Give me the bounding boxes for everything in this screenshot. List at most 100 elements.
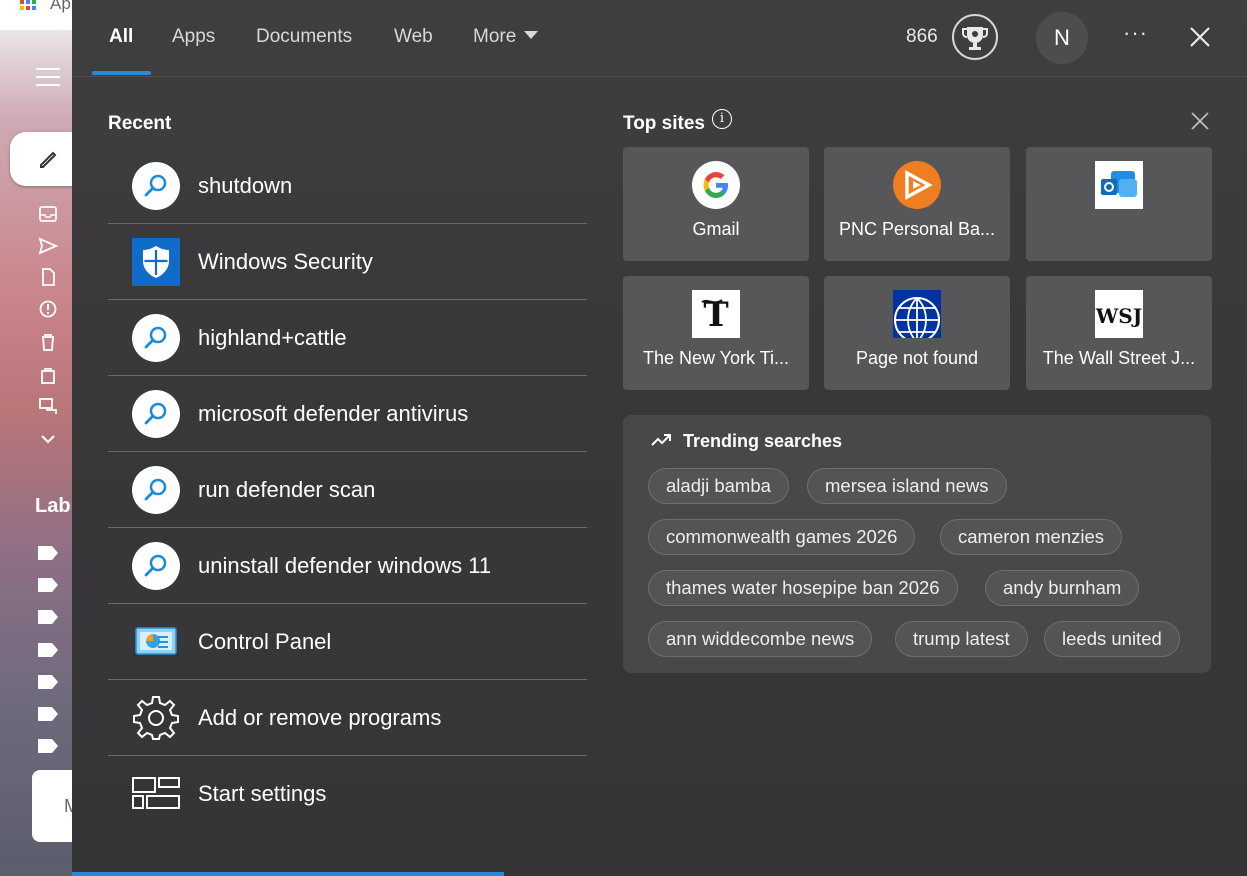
search-icon [132,542,180,590]
background-app-strip: Ap Lab M [0,0,72,876]
send-icon[interactable] [38,237,58,255]
list-item-label: Add or remove programs [198,705,442,730]
list-item[interactable]: Control Panel [108,604,587,680]
compose-button[interactable] [10,132,72,186]
close-icon[interactable] [1189,26,1211,48]
list-item-label: highland+cattle [198,325,347,350]
search-icon [132,390,180,438]
apps-grid-icon[interactable] [20,0,36,12]
chevron-down-icon[interactable] [38,430,58,448]
trash-icon[interactable] [38,333,58,351]
label-tag-icon[interactable] [38,643,58,657]
trending-chip[interactable]: trump latest [895,621,1028,657]
pnc-icon [893,161,941,209]
list-item[interactable]: microsoft defender antivirus [108,376,587,452]
trending-chip[interactable]: ann widdecombe news [648,621,873,657]
list-item[interactable]: highland+cattle [108,300,587,376]
top-site-tile[interactable]: WSJ The Wall Street J... [1026,276,1212,390]
trending-chip[interactable]: commonwealth games 2026 [648,519,916,555]
label-tag-icon[interactable] [38,675,58,689]
tab-documents[interactable]: Documents [256,26,352,48]
list-item[interactable]: Add or remove programs [108,680,587,756]
control-panel-icon [132,618,180,666]
united-globe-icon [893,290,941,343]
trending-searches-panel: Trending searches aladji bamba mersea is… [623,415,1211,673]
close-icon[interactable] [1190,111,1210,131]
trending-chip[interactable]: thames water hosepipe ban 2026 [648,570,958,606]
info-icon[interactable]: i [712,109,732,129]
top-site-tile[interactable] [1026,147,1212,261]
search-icon [132,314,180,362]
tab-apps[interactable]: Apps [172,26,215,48]
trending-chip[interactable]: andy burnham [985,570,1140,606]
top-site-tile[interactable]: T The New York Ti... [623,276,809,390]
trending-chip[interactable]: mersea island news [807,468,1007,504]
caret-down-icon [524,31,539,39]
label-tag-icon[interactable] [38,578,58,592]
outlook-icon [1095,161,1143,209]
search-icon [132,466,180,514]
inbox-icon[interactable] [38,205,58,223]
label-tag-icon[interactable] [38,739,58,753]
label-tag-icon[interactable] [38,610,58,624]
top-site-label: The Wall Street J... [1042,348,1196,368]
list-item[interactable]: uninstall defender windows 11 [108,528,587,604]
hamburger-menu-icon[interactable] [36,68,60,86]
search-panel: All Apps Documents Web More 866 N ··· Re… [72,0,1247,876]
list-item-label: run defender scan [198,477,376,502]
trending-heading: Trending searches [683,431,843,451]
top-site-label: Gmail [692,219,740,239]
list-item-label: uninstall defender windows 11 [198,553,492,578]
top-site-label: PNC Personal Ba... [838,219,996,239]
nyt-icon: T [692,290,740,338]
google-icon [692,161,740,209]
background-card: M [32,770,72,842]
rewards-points[interactable]: 866 [906,26,938,48]
list-item-label: Start settings [198,781,327,806]
trending-chip[interactable]: leeds united [1044,621,1180,657]
background-app-label: Ap [50,0,71,13]
search-topbar: All Apps Documents Web More 866 N ··· [72,0,1247,77]
list-item-label: Windows Security [198,249,373,274]
label-tag-icon[interactable] [38,546,58,560]
trending-chip[interactable]: aladji bamba [648,468,789,504]
list-item[interactable]: run defender scan [108,452,587,528]
list-item[interactable]: Start settings [108,756,587,832]
top-sites-heading: Top sites [623,113,705,134]
trending-arrow-icon [651,434,671,446]
trending-chip[interactable]: cameron menzies [940,519,1123,555]
tab-all[interactable]: All [109,26,133,48]
tab-more-label: More [473,26,517,47]
taskbar-progress-bar [72,872,504,876]
tab-web[interactable]: Web [394,26,433,48]
bag-icon[interactable] [38,366,58,384]
list-item[interactable]: Windows Security [108,224,587,300]
windows-security-icon [132,238,180,286]
list-item-label: Control Panel [198,629,332,654]
list-item[interactable]: shutdown [108,148,587,224]
recent-list: shutdown Windows Security highland+cattl… [108,148,587,832]
top-site-tile[interactable]: Page not found [824,276,1010,390]
list-item-label: microsoft defender antivirus [198,401,469,426]
top-site-label: Page not found [855,348,979,368]
wsj-icon: WSJ [1095,290,1143,338]
search-icon [132,162,180,210]
spam-icon[interactable] [38,300,58,318]
start-layout-icon [132,770,180,818]
recent-heading: Recent [108,113,172,134]
labels-heading: Lab [35,495,71,517]
gear-icon [132,694,180,742]
draft-icon[interactable] [38,268,58,286]
top-site-tile[interactable]: Gmail [623,147,809,261]
chat-icon[interactable] [38,397,58,415]
pencil-icon [40,151,57,168]
top-site-tile[interactable]: PNC Personal Ba... [824,147,1010,261]
list-item-label: shutdown [198,173,293,198]
rewards-trophy-icon[interactable] [952,14,998,60]
more-options-button[interactable]: ··· [1123,20,1148,46]
avatar[interactable]: N [1036,12,1088,64]
label-tag-icon[interactable] [38,707,58,721]
tab-more[interactable]: More [473,26,539,48]
top-site-label: The New York Ti... [642,348,790,368]
svg-text:WSJ: WSJ [1095,304,1142,328]
